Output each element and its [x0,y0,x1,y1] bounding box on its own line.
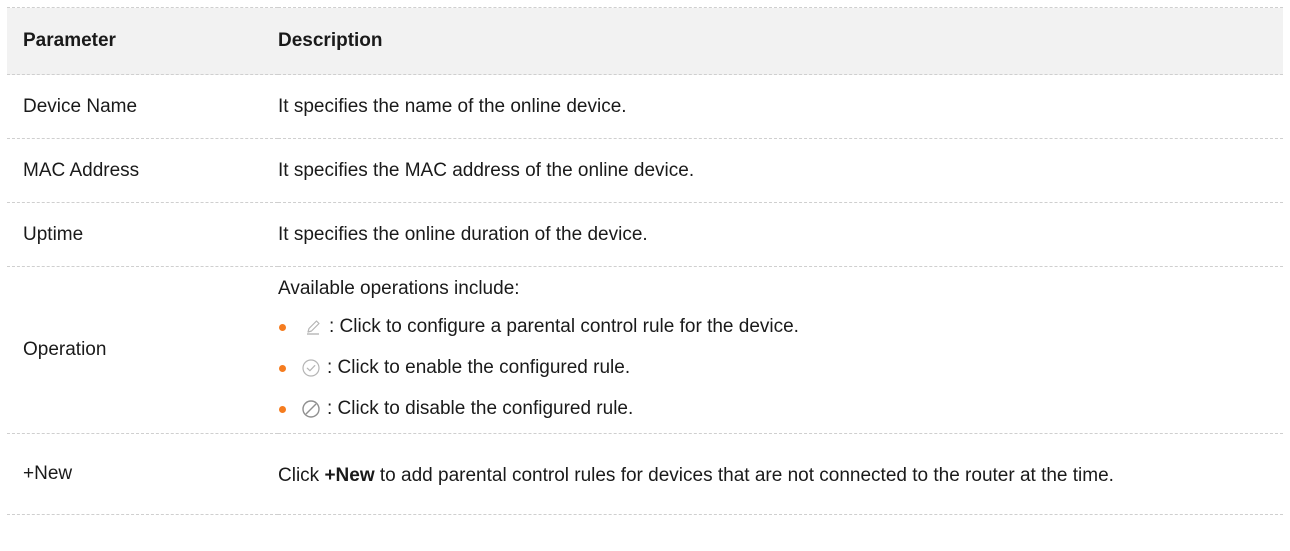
header-description: Description [278,7,1283,75]
new-keyword: +New [324,464,375,486]
parameter-cell: +New [7,433,278,515]
header-parameter: Parameter [7,7,278,75]
parameter-cell: Device Name [7,74,278,139]
list-item: : Click to enable the configured rule. [278,355,1283,382]
edit-pencil-icon [302,316,324,338]
parameter-cell: Uptime [7,202,278,267]
bullet-icon [279,405,286,413]
table-row-operation: Operation Available operations include: … [7,266,1283,434]
parameter-cell: Operation [7,266,278,434]
parameter-table: Parameter Description Device Name It spe… [7,7,1283,515]
table-row-new: +New Click +New to add parental control … [7,433,1283,515]
operation-text: : Click to configure a parental control … [329,316,799,337]
disable-circle-icon [300,398,322,420]
description-cell: It specifies the online duration of the … [278,202,1283,267]
table-row: Device Name It specifies the name of the… [7,74,1283,139]
table-header-row: Parameter Description [7,7,1283,75]
table-row: MAC Address It specifies the MAC address… [7,138,1283,203]
operation-text: : Click to disable the configured rule. [327,398,634,419]
check-circle-icon [300,357,322,379]
description-cell: Click +New to add parental control rules… [278,433,1283,515]
parameter-cell: MAC Address [7,138,278,203]
bullet-icon [279,364,286,372]
bullet-icon [279,323,286,331]
list-item: : Click to disable the configured rule. [278,396,1283,423]
table-row: Uptime It specifies the online duration … [7,202,1283,267]
description-cell: It specifies the MAC address of the onli… [278,138,1283,203]
description-cell: Available operations include: : Click to… [278,266,1283,434]
list-item: : Click to configure a parental control … [278,314,1283,341]
operation-list: : Click to configure a parental control … [278,314,1283,423]
new-suffix: to add parental control rules for device… [374,464,1114,486]
operation-intro: Available operations include: [278,277,520,299]
new-prefix: Click [278,464,325,486]
operation-text: : Click to enable the configured rule. [327,357,631,378]
description-cell: It specifies the name of the online devi… [278,74,1283,139]
